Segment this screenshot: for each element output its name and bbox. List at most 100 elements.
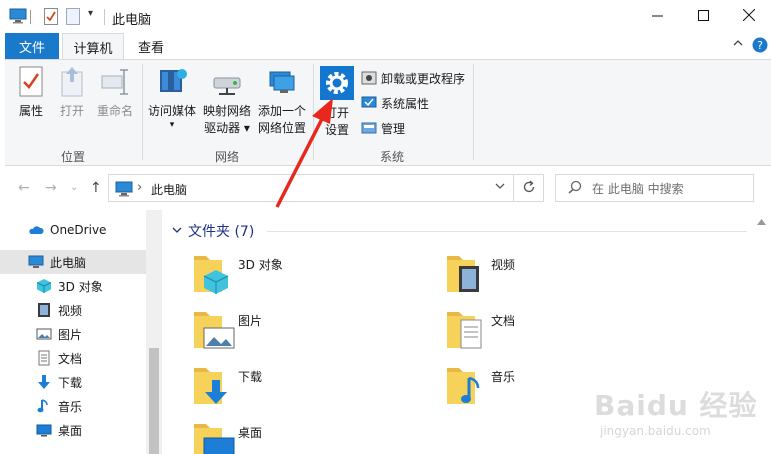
document-folder-icon <box>445 306 491 352</box>
chevron-down-icon[interactable] <box>495 181 505 194</box>
open-label: 打开 <box>59 104 84 118</box>
watermark-url: jingyan.baidu.com <box>600 424 711 438</box>
sidebar-item-label: 视频 <box>58 303 83 318</box>
properties-check-icon <box>18 66 44 101</box>
sidebar-item-pictures[interactable]: 图片 <box>0 322 146 346</box>
minimize-button[interactable] <box>634 0 680 33</box>
access-media-button[interactable]: 访问媒体 ▾ <box>145 66 199 130</box>
ribbon: 属性 打开 重命名 位置 访问媒体 ▾ 映射网络 驱动器 ▾ 添加一个 网络位置 <box>5 59 771 166</box>
tab-view[interactable]: 查看 <box>128 33 174 59</box>
system-properties-icon <box>361 95 377 111</box>
sidebar-item-label: 桌面 <box>58 423 83 438</box>
rename-icon <box>100 69 130 101</box>
folder-item[interactable]: 视频 <box>445 250 685 300</box>
computer-icon <box>115 181 133 200</box>
add-network-location-button[interactable]: 添加一个 网络位置 <box>255 66 309 137</box>
back-arrow-icon[interactable]: ← <box>18 180 30 196</box>
map-network-drive-button[interactable]: 映射网络 驱动器 ▾ <box>200 66 254 137</box>
sidebar-item-label: 音乐 <box>58 399 83 414</box>
settings-gear-icon <box>320 66 354 103</box>
sidebar-scrollbar[interactable] <box>146 210 162 454</box>
scroll-up-icon[interactable] <box>757 214 766 228</box>
folder-item[interactable]: 3D 对象 <box>192 250 432 300</box>
map-drive-label-2: 驱动器 ▾ <box>204 121 250 135</box>
forward-arrow-icon[interactable]: → <box>45 180 57 196</box>
access-media-label: 访问媒体 <box>147 104 196 118</box>
folder-name: 音乐 <box>491 370 516 384</box>
maximize-button[interactable] <box>680 0 726 33</box>
group-divider <box>473 64 474 160</box>
section-divider <box>267 231 747 232</box>
group-label-system: 系统 <box>380 150 405 164</box>
scrollbar-thumb[interactable] <box>149 348 159 454</box>
properties-check-icon[interactable] <box>44 8 58 28</box>
sidebar-item-3d-objects[interactable]: 3D 对象 <box>0 274 146 298</box>
group-label-network: 网络 <box>215 150 240 164</box>
search-icon <box>568 180 582 197</box>
open-settings-button[interactable]: 打开 设置 <box>318 66 356 139</box>
folder-name: 桌面 <box>238 426 263 440</box>
search-placeholder: 在 此电脑 中搜索 <box>592 181 684 196</box>
group-divider <box>313 64 314 160</box>
manage-button[interactable]: 管理 <box>361 118 405 138</box>
window-title: 此电脑 <box>112 13 152 28</box>
manage-icon <box>361 120 377 136</box>
quick-access-dropdown[interactable]: ▾ <box>88 8 93 19</box>
tab-computer[interactable]: 计算机 <box>62 33 124 60</box>
divider <box>104 9 105 25</box>
sidebar-item-label: 文档 <box>58 351 83 366</box>
up-arrow-icon[interactable]: ↑ <box>90 180 102 196</box>
section-header[interactable]: 文件夹 (7) <box>172 221 254 241</box>
breadcrumb[interactable]: 此电脑 <box>151 181 187 198</box>
close-button[interactable] <box>726 0 771 33</box>
system-properties-button[interactable]: 系统属性 <box>361 93 429 113</box>
rename-button[interactable]: 重命名 <box>93 66 137 120</box>
document-icon <box>36 350 52 366</box>
download-icon <box>36 374 52 390</box>
folder-item[interactable]: 文档 <box>445 306 685 356</box>
search-input[interactable]: 在 此电脑 中搜索 <box>555 174 754 202</box>
recent-locations-chevron-icon[interactable]: ⌄ <box>70 182 78 193</box>
folder-item[interactable]: 桌面 <box>192 418 432 454</box>
chevron-down-icon <box>172 223 182 239</box>
music-folder-icon <box>445 362 491 408</box>
sidebar-item-documents[interactable]: 文档 <box>0 346 146 370</box>
uninstall-icon <box>361 70 377 86</box>
add-location-label: 添加一个 <box>257 104 306 118</box>
desktop-folder-icon <box>192 418 238 454</box>
path-separator-icon[interactable]: › <box>137 180 142 195</box>
navigation-pane: OneDrive 此电脑 3D 对象 视频 图片 文档 下载 音乐 桌面 <box>0 210 148 454</box>
open-icon <box>59 67 85 101</box>
uninstall-label: 卸载或更改程序 <box>381 71 466 86</box>
address-bar[interactable]: › 此电脑 <box>108 174 514 202</box>
tab-file[interactable]: 文件 <box>5 33 59 59</box>
sidebar-item-label: 图片 <box>58 327 83 342</box>
sidebar-item-videos[interactable]: 视频 <box>0 298 146 322</box>
expand-ribbon-icon[interactable] <box>732 37 744 52</box>
folder-item[interactable]: 下载 <box>192 362 432 412</box>
new-folder-icon[interactable] <box>66 8 80 28</box>
folder-item[interactable]: 图片 <box>192 306 432 356</box>
manage-label: 管理 <box>381 121 406 136</box>
sidebar-item-label: 3D 对象 <box>58 279 103 294</box>
sidebar-item-downloads[interactable]: 下载 <box>0 370 146 394</box>
sidebar-item-desktop[interactable]: 桌面 <box>0 418 146 442</box>
folder-name: 3D 对象 <box>238 258 283 272</box>
open-button[interactable]: 打开 <box>55 66 89 120</box>
section-title: 文件夹 (7) <box>188 224 255 240</box>
cloud-icon <box>28 222 44 238</box>
maximize-icon <box>697 9 709 24</box>
refresh-button[interactable] <box>514 174 544 202</box>
sidebar-item-onedrive[interactable]: OneDrive <box>0 218 146 242</box>
properties-label: 属性 <box>18 104 43 118</box>
uninstall-program-button[interactable]: 卸载或更改程序 <box>361 68 465 88</box>
rename-label: 重命名 <box>96 104 133 118</box>
help-icon[interactable]: ? <box>752 37 768 56</box>
ribbon-tabs: 文件 计算机 查看 ? <box>0 33 771 60</box>
computer-icon[interactable] <box>9 8 27 27</box>
sidebar-item-music[interactable]: 音乐 <box>0 394 146 418</box>
properties-button[interactable]: 属性 <box>15 66 47 120</box>
minimize-icon <box>651 10 663 24</box>
folder-name: 图片 <box>238 314 263 328</box>
sidebar-item-this-pc[interactable]: 此电脑 <box>0 250 146 274</box>
